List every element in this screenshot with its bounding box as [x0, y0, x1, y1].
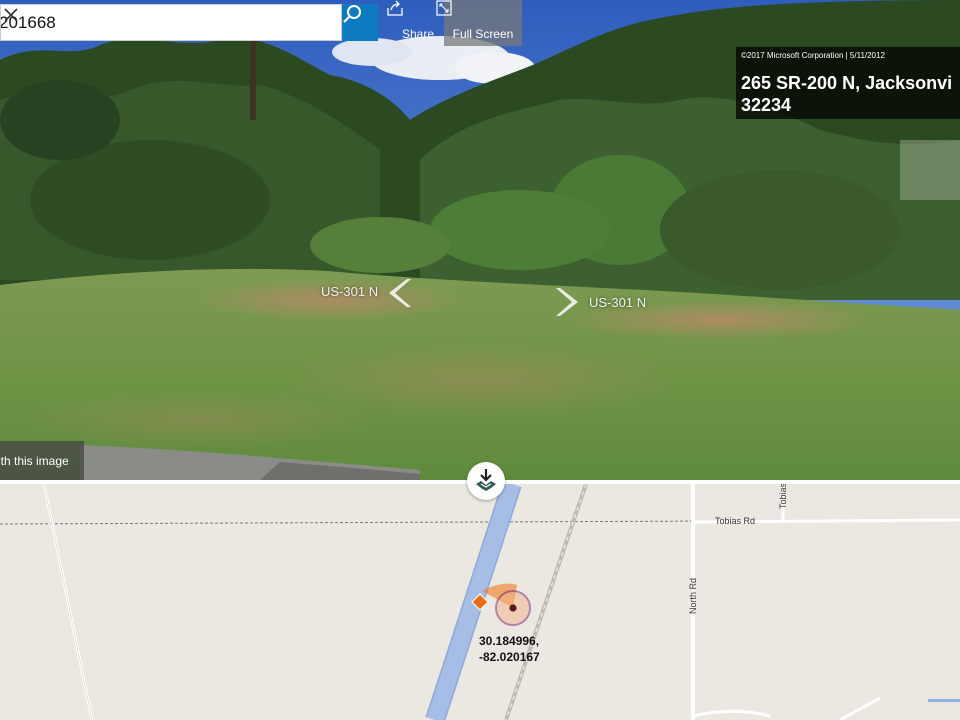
coordinates-readout: 30.184996, -82.020167	[479, 633, 540, 665]
feedback-tab[interactable]: ith this image	[0, 441, 84, 480]
location-info-panel: ©2017 Microsoft Corporation | 5/11/2012 …	[736, 47, 960, 119]
collapse-map-button[interactable]	[467, 462, 505, 500]
longitude-text: -82.020167	[479, 650, 540, 664]
chevron-right-icon[interactable]	[556, 286, 584, 318]
nav-left-label[interactable]: US-301 N	[321, 284, 378, 299]
streetside-view[interactable]: Share Full Screen ©2017 Microsoft Corpor…	[0, 0, 960, 480]
share-label: Share	[401, 27, 435, 41]
share-icon	[387, 0, 403, 16]
address-line-1: 265 SR-200 N, Jacksonvi	[741, 73, 953, 93]
position-dot	[509, 604, 517, 612]
fullscreen-label: Full Screen	[452, 27, 514, 41]
search-button[interactable]	[342, 4, 378, 41]
map-view[interactable]: Tobias Rd Tobias North Rd 30.184996, -82…	[0, 484, 960, 720]
search-input[interactable]	[1, 5, 301, 40]
search-icon	[343, 5, 361, 23]
nav-right-label[interactable]: US-301 N	[589, 295, 646, 310]
feedback-label: ith this image	[0, 454, 69, 468]
close-icon[interactable]	[1, 5, 21, 25]
map-canvas	[0, 484, 960, 720]
road-label-north: North Rd	[688, 577, 698, 614]
road-label-tobias: Tobias Rd	[715, 516, 756, 526]
chevron-left-icon[interactable]	[383, 277, 411, 309]
road-label-tobias-vertical: Tobias	[778, 484, 788, 509]
collapse-icon	[476, 469, 496, 491]
copyright-text: ©2017 Microsoft Corporation | 5/11/2012	[741, 51, 885, 60]
address-line-2: 32234	[741, 95, 792, 115]
fullscreen-button[interactable]: Full Screen	[436, 0, 522, 46]
search-box	[0, 4, 342, 41]
fullscreen-icon	[436, 0, 452, 16]
latitude-text: 30.184996,	[479, 634, 540, 648]
